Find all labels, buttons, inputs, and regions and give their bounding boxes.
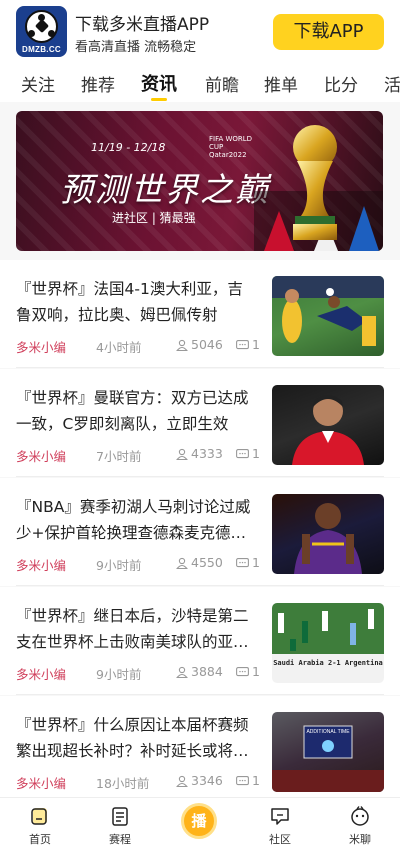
news-time: 9小时前 — [96, 558, 142, 573]
comment-icon — [236, 449, 249, 459]
thumbnail-caption: Saudi Arabia 2-1 Argentina — [273, 659, 383, 667]
news-author[interactable]: 多米小编 — [16, 555, 66, 574]
news-views: 3346 — [191, 773, 223, 788]
live-button[interactable]: 播 — [181, 803, 217, 839]
news-views: 4333 — [191, 446, 223, 461]
logo-text: DMZB.CC — [22, 45, 61, 54]
news-author[interactable]: 多米小编 — [16, 446, 66, 465]
basketball-player-image — [294, 503, 362, 574]
nav-chat[interactable]: 米聊 — [320, 798, 400, 851]
news-comments: 1 — [252, 446, 260, 461]
nav-community-label: 社区 — [269, 833, 291, 846]
news-time: 18小时前 — [96, 776, 150, 791]
news-thumbnail[interactable]: ADDITIONAL TIME — [272, 712, 384, 792]
news-views: 3884 — [191, 664, 223, 679]
news-item[interactable]: 『世界杯』曼联官方：双方已达成一致，C罗即刻离队，立即生效 多米小编 7小时前 … — [0, 369, 400, 477]
news-comments: 1 — [252, 337, 260, 352]
active-tab-indicator — [151, 98, 167, 101]
views-icon — [176, 448, 188, 460]
views-icon — [176, 775, 188, 787]
community-icon — [271, 808, 289, 825]
world-cup-logo-text: FIFA WORLD CUP Qatar2022 — [209, 135, 253, 159]
views-icon — [176, 666, 188, 678]
news-views: 5046 — [191, 337, 223, 352]
divider — [16, 585, 384, 586]
news-comments: 1 — [252, 773, 260, 788]
news-item[interactable]: 『世界杯』继日本后，沙特是第二支在世界杯上击败南美球队的亚… 多米小编 9小时前… — [0, 587, 400, 695]
stadium-board-image — [272, 725, 384, 792]
chat-icon — [351, 806, 369, 826]
nav-schedule[interactable]: 赛程 — [80, 798, 160, 851]
comment-icon — [236, 776, 249, 786]
divider — [16, 476, 384, 477]
news-author[interactable]: 多米小编 — [16, 773, 66, 792]
tab-recommend[interactable]: 推荐 — [81, 71, 115, 96]
soccer-ball-icon — [25, 10, 58, 43]
download-subtitle: 看高清直播 流畅稳定 — [75, 40, 197, 55]
banner-headline: 预测世界之巅 — [60, 170, 270, 209]
news-time: 4小时前 — [96, 340, 142, 355]
news-thumbnail[interactable] — [272, 494, 384, 574]
news-item[interactable]: 『世界杯』法国4-1澳大利亚，吉鲁双响，拉比奥、姆巴佩传射 多米小编 4小时前 … — [0, 260, 400, 368]
tab-events[interactable]: 活 — [384, 71, 400, 96]
category-tabs: 关注 推荐 资讯 前瞻 推单 比分 活 — [0, 64, 400, 102]
download-title: 下载多米直播APP — [75, 15, 210, 35]
divider — [16, 367, 384, 368]
nav-chat-label: 米聊 — [349, 833, 371, 846]
comment-icon — [236, 667, 249, 677]
schedule-icon — [112, 807, 128, 826]
app-logo: DMZB.CC — [16, 6, 67, 57]
tab-scores[interactable]: 比分 — [324, 71, 358, 96]
news-comments: 1 — [252, 555, 260, 570]
tab-tips[interactable]: 推单 — [264, 71, 298, 96]
nav-schedule-label: 赛程 — [109, 833, 131, 846]
hero-banner[interactable]: 11/19 - 12/18 FIFA WORLD CUP Qatar2022 预… — [16, 111, 383, 251]
home-icon — [31, 808, 47, 825]
thumbnail-caption: ADDITIONAL TIME — [306, 729, 350, 735]
nav-home-label: 首页 — [29, 833, 51, 846]
news-thumbnail[interactable]: Saudi Arabia 2-1 Argentina — [272, 603, 384, 683]
views-icon — [176, 339, 188, 351]
match-collage-image — [278, 609, 374, 651]
news-comments: 1 — [252, 664, 260, 679]
divider — [16, 694, 384, 695]
news-title[interactable]: 『NBA』赛季初湖人马刺讨论过威少+保护首轮换理查德森麦克德… — [16, 494, 258, 546]
news-item[interactable]: 『世界杯』什么原因让本届杯赛频繁出现超长补时？补时延长或将… 多米小编 18小时… — [0, 696, 400, 804]
tab-news[interactable]: 资讯 — [141, 70, 177, 96]
tab-preview[interactable]: 前瞻 — [205, 71, 239, 96]
news-time: 9小时前 — [96, 667, 142, 682]
nav-community[interactable]: 社区 — [240, 798, 320, 851]
bottom-navigation: 首页 赛程 播 社区 米聊 — [0, 797, 400, 851]
comment-icon — [236, 558, 249, 568]
news-title[interactable]: 『世界杯』法国4-1澳大利亚，吉鲁双响，拉比奥、姆巴佩传射 — [16, 276, 258, 328]
news-title[interactable]: 『世界杯』什么原因让本届杯赛频繁出现超长补时？补时延长或将… — [16, 712, 258, 764]
views-icon — [176, 557, 188, 569]
news-thumbnail[interactable] — [272, 385, 384, 465]
news-author[interactable]: 多米小编 — [16, 337, 66, 356]
tab-follow[interactable]: 关注 — [21, 71, 55, 96]
download-app-banner: DMZB.CC 下载多米直播APP 看高清直播 流畅稳定 下载APP — [0, 0, 400, 64]
banner-tagline: 进社区 | 猜最强 — [112, 211, 196, 225]
news-author[interactable]: 多米小编 — [16, 664, 66, 683]
news-title[interactable]: 『世界杯』曼联官方：双方已达成一致，C罗即刻离队，立即生效 — [16, 385, 258, 437]
download-app-button[interactable]: 下载APP — [273, 14, 384, 50]
football-players-image — [272, 276, 384, 346]
footballer-portrait-image — [292, 395, 364, 465]
news-views: 4550 — [191, 555, 223, 570]
news-time: 7小时前 — [96, 449, 142, 464]
news-title[interactable]: 『世界杯』继日本后，沙特是第二支在世界杯上击败南美球队的亚… — [16, 603, 258, 655]
comment-icon — [236, 340, 249, 350]
news-item[interactable]: 『NBA』赛季初湖人马刺讨论过威少+保护首轮换理查德森麦克德… 多米小编 9小时… — [0, 478, 400, 586]
banner-dates: 11/19 - 12/18 — [91, 141, 166, 154]
news-thumbnail[interactable] — [272, 276, 384, 356]
world-cup-trophy-icon — [293, 125, 337, 240]
nav-home[interactable]: 首页 — [0, 798, 80, 851]
